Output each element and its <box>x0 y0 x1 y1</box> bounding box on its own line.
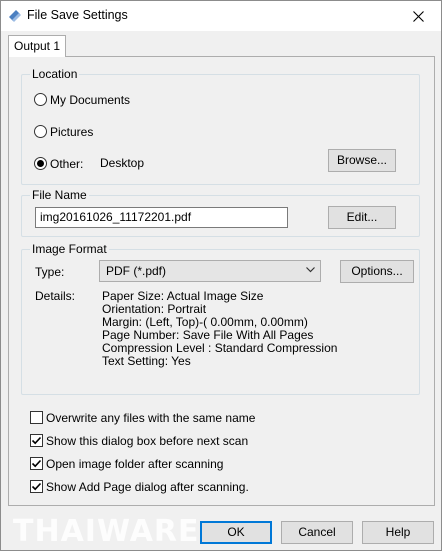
browse-button[interactable]: Browse... <box>328 149 396 172</box>
file-name-group-label: File Name <box>30 188 89 202</box>
show-add-page-checkbox-label[interactable]: Show Add Page dialog after scanning. <box>46 480 249 494</box>
close-button[interactable] <box>395 1 441 31</box>
show-dialog-checkbox-label[interactable]: Show this dialog box before next scan <box>46 434 248 448</box>
file-save-settings-window: File Save Settings Output 1 Location My … <box>0 0 442 551</box>
details-line: Orientation: Portrait <box>102 302 207 316</box>
tab-panel-output-1: Location My Documents Pictures Other: De… <box>8 56 435 506</box>
image-format-group: Image Format Type: PDF (*.pdf) Options..… <box>21 242 420 395</box>
details-line: Text Setting: Yes <box>102 354 191 368</box>
cancel-button[interactable]: Cancel <box>281 521 353 544</box>
close-icon <box>412 10 424 22</box>
edit-button[interactable]: Edit... <box>328 206 396 229</box>
scanner-app-icon <box>7 8 23 24</box>
other-location-value: Desktop <box>100 156 145 170</box>
radio-my-documents[interactable] <box>34 93 47 106</box>
overwrite-checkbox-label[interactable]: Overwrite any files with the same name <box>46 411 255 425</box>
chevron-down-icon <box>306 267 315 273</box>
radio-pictures[interactable] <box>34 125 47 138</box>
options-button[interactable]: Options... <box>340 260 414 283</box>
type-select-value: PDF (*.pdf) <box>106 264 167 278</box>
help-button[interactable]: Help <box>362 521 434 544</box>
type-select[interactable]: PDF (*.pdf) <box>99 260 321 282</box>
title-bar: File Save Settings <box>1 1 441 31</box>
watermark-logo: THAIWARE <box>13 514 200 549</box>
checkmark-icon <box>31 436 42 445</box>
radio-other-label[interactable]: Other: <box>50 157 83 171</box>
details-line: Page Number: Save File With All Pages <box>102 328 314 342</box>
tab-output-1[interactable]: Output 1 <box>8 35 66 57</box>
details-line: Compression Level : Standard Compression <box>102 341 338 355</box>
details-line: Margin: (Left, Top)-( 0.00mm, 0.00mm) <box>102 315 308 329</box>
image-format-group-label: Image Format <box>30 242 109 256</box>
radio-my-documents-label[interactable]: My Documents <box>50 93 130 107</box>
checkmark-icon <box>31 459 42 468</box>
details-label: Details: <box>35 289 76 303</box>
ok-button[interactable]: OK <box>200 521 272 544</box>
show-add-page-checkbox[interactable] <box>30 480 43 493</box>
open-folder-checkbox[interactable] <box>30 457 43 470</box>
window-title: File Save Settings <box>27 8 128 22</box>
open-folder-checkbox-label[interactable]: Open image folder after scanning <box>46 457 223 471</box>
location-group: Location My Documents Pictures Other: De… <box>21 67 420 185</box>
location-group-label: Location <box>30 67 80 81</box>
radio-pictures-label[interactable]: Pictures <box>50 125 93 139</box>
file-name-group: File Name img20161026_11172201.pdf Edit.… <box>21 188 420 237</box>
details-line: Paper Size: Actual Image Size <box>102 289 264 303</box>
type-label: Type: <box>35 265 65 279</box>
checkmark-icon <box>31 482 42 491</box>
radio-other[interactable] <box>34 157 47 170</box>
show-dialog-checkbox[interactable] <box>30 434 43 447</box>
overwrite-checkbox[interactable] <box>30 411 43 424</box>
file-name-field[interactable]: img20161026_11172201.pdf <box>35 207 288 228</box>
